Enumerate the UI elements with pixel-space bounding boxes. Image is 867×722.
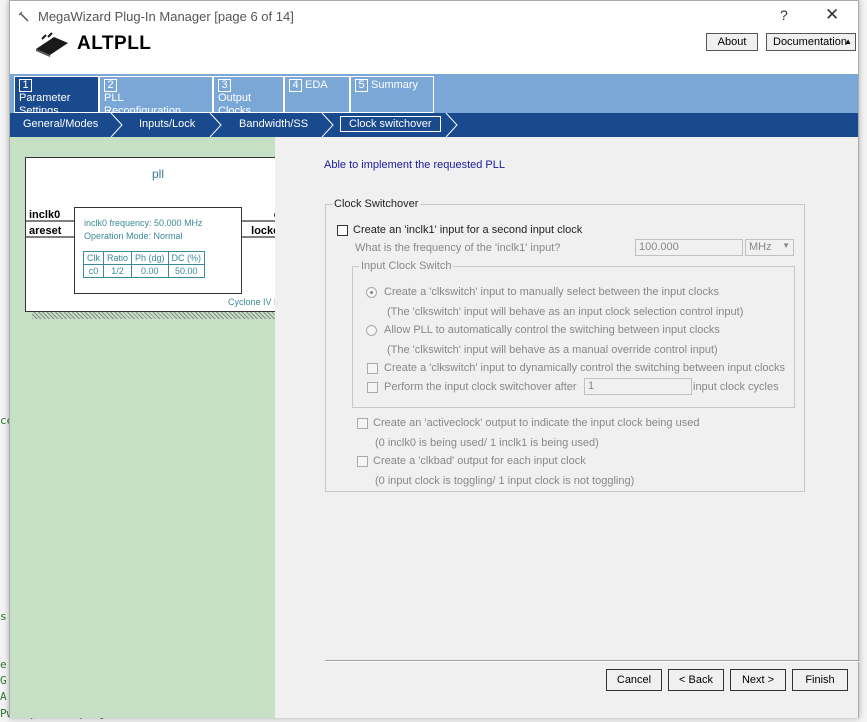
wizard-tabs: 1Parameter Settings 2PLL Reconfiguration… [10, 74, 858, 117]
symbol-preview-pane: pll inclk0 areset c0 locked inclk0 frequ… [10, 137, 298, 718]
activeclock-checkbox[interactable] [357, 418, 368, 429]
clkbad-label: Create a 'clkbad' output for each input … [373, 455, 586, 467]
tab-summary[interactable]: 5 Summary [350, 76, 434, 113]
group-title: Input Clock Switch [359, 260, 454, 272]
chevron-right-icon [209, 113, 222, 137]
chevron-down-icon: ▼ [782, 241, 790, 250]
switchover-after-checkbox[interactable] [367, 382, 378, 393]
close-button[interactable]: ✕ [825, 5, 839, 25]
background-text: s [0, 610, 7, 623]
freq-question-label: What is the frequency of the 'inclk1' in… [355, 242, 561, 254]
info-mode: Operation Mode: Normal [84, 231, 183, 241]
tab-number: 2 [104, 79, 117, 92]
documentation-button[interactable]: Documentation ▲ [766, 33, 856, 51]
about-button[interactable]: About [706, 33, 758, 51]
tab-label: Summary [371, 79, 419, 91]
clock-switchover-group: Clock Switchover Create an 'inclk1' inpu… [325, 198, 805, 492]
cycles-unit-label: input clock cycles [693, 381, 779, 393]
symbol-info-box: inclk0 frequency: 50.000 MHz Operation M… [74, 207, 242, 294]
auto-switch-note: (The 'clkswitch' input will behave as a … [387, 344, 718, 356]
wizard-header: ALTPLL About Documentation ▲ [10, 32, 858, 74]
info-frequency: inclk0 frequency: 50.000 MHz [84, 218, 203, 228]
tab-output-clocks[interactable]: 3Output Clocks [213, 76, 284, 117]
background-text: e [0, 658, 7, 671]
create-inclk1-label: Create an 'inclk1' input for a second in… [353, 224, 583, 236]
auto-switch-label: Allow PLL to automatically control the s… [384, 324, 720, 336]
clock-summary-table: Clk Ratio Ph (dg) DC (%) c0 1/2 0.00 50.… [83, 251, 206, 278]
table-header: Ph (dg) [131, 251, 169, 265]
next-button[interactable]: Next > [730, 669, 786, 691]
switchover-after-label: Perform the input clock switchover after [384, 381, 577, 393]
step-inputs-lock[interactable]: Inputs/Lock [139, 118, 195, 130]
radio-selected-dot [370, 291, 373, 294]
table-header: Ratio [102, 251, 133, 265]
activeclock-label: Create an 'activeclock' output to indica… [373, 417, 700, 429]
frequency-unit-value: MHz [749, 241, 772, 253]
manual-switch-radio[interactable] [366, 287, 377, 298]
tab-eda[interactable]: 4 EDA [284, 76, 350, 113]
status-message: Able to implement the requested PLL [324, 159, 506, 171]
chevron-right-icon [321, 113, 334, 137]
activeclock-note: (0 inclk0 is being used/ 1 inclk1 is bei… [375, 437, 599, 449]
frequency-unit-select[interactable]: MHz ▼ [745, 239, 794, 256]
step-clock-switchover[interactable]: Clock switchover [340, 116, 441, 132]
megafunction-name: ALTPLL [77, 33, 152, 54]
step-bandwidth-ss[interactable]: Bandwidth/SS [239, 118, 308, 130]
window-title: MegaWizard Plug-In Manager [page 6 of 14… [38, 9, 294, 24]
clkbad-checkbox[interactable] [357, 456, 368, 467]
tab-number: 4 [289, 79, 302, 92]
table-cell: 1/2 [102, 264, 133, 278]
input-clock-switch-group: Input Clock Switch Create a 'clkswitch' … [352, 260, 795, 408]
documentation-label: Documentation [773, 36, 847, 48]
table-cell: c0 [83, 264, 104, 278]
dynamic-switch-checkbox[interactable] [367, 363, 378, 374]
table-cell: 50.00 [167, 264, 206, 278]
table-header-row: Clk Ratio Ph (dg) DC (%) [83, 251, 206, 265]
background-text: A [0, 690, 7, 703]
group-title: Clock Switchover [332, 198, 421, 210]
dynamic-switch-label: Create a 'clkswitch' input to dynamicall… [384, 362, 786, 374]
table-header: DC (%) [167, 251, 206, 265]
chevron-right-icon [110, 113, 123, 137]
tab-number: 5 [355, 79, 368, 92]
tab-number: 3 [218, 79, 231, 92]
table-header: Clk [83, 251, 104, 265]
auto-switch-radio[interactable] [366, 325, 377, 336]
tab-number: 1 [19, 79, 32, 92]
switchover-cycles-input[interactable]: 1 [584, 378, 692, 395]
create-inclk1-checkbox[interactable] [337, 225, 348, 236]
background-text: G [0, 674, 7, 687]
manual-switch-label: Create a 'clkswitch' input to manually s… [384, 286, 719, 298]
cancel-button[interactable]: Cancel [606, 669, 662, 691]
step-navigation: General/Modes Inputs/Lock Bandwidth/SS C… [10, 113, 858, 137]
device-family: Cyclone IV E [227, 297, 280, 307]
chevron-right-icon [445, 113, 458, 137]
help-button[interactable]: ? [780, 7, 788, 23]
clkbad-note: (0 input clock is toggling/ 1 input cloc… [375, 475, 635, 487]
megawizard-dialog: MegaWizard Plug-In Manager [page 6 of 14… [9, 0, 860, 718]
button-divider [325, 660, 860, 662]
tab-label: EDA [305, 79, 328, 91]
table-row: c0 1/2 0.00 50.00 [83, 264, 206, 278]
tab-pll-reconfiguration[interactable]: 2PLL Reconfiguration [99, 76, 213, 117]
pll-symbol: pll inclk0 areset c0 locked inclk0 frequ… [25, 157, 292, 312]
finish-button[interactable]: Finish [792, 669, 848, 691]
title-bar: MegaWizard Plug-In Manager [page 6 of 14… [10, 1, 858, 33]
back-button[interactable]: < Back [668, 669, 724, 691]
table-cell: 0.00 [131, 264, 169, 278]
settings-pane: Able to implement the requested PLL Cloc… [275, 137, 860, 718]
chevron-up-icon: ▲ [844, 37, 852, 46]
manual-switch-note: (The 'clkswitch' input will behave as an… [387, 306, 744, 318]
step-general-modes[interactable]: General/Modes [23, 118, 98, 130]
megafunction-logo-icon [36, 32, 68, 57]
tab-parameter-settings[interactable]: 1Parameter Settings [14, 76, 99, 117]
inclk1-frequency-input[interactable]: 100.000 [635, 239, 743, 256]
wizard-wand-icon [18, 11, 29, 22]
